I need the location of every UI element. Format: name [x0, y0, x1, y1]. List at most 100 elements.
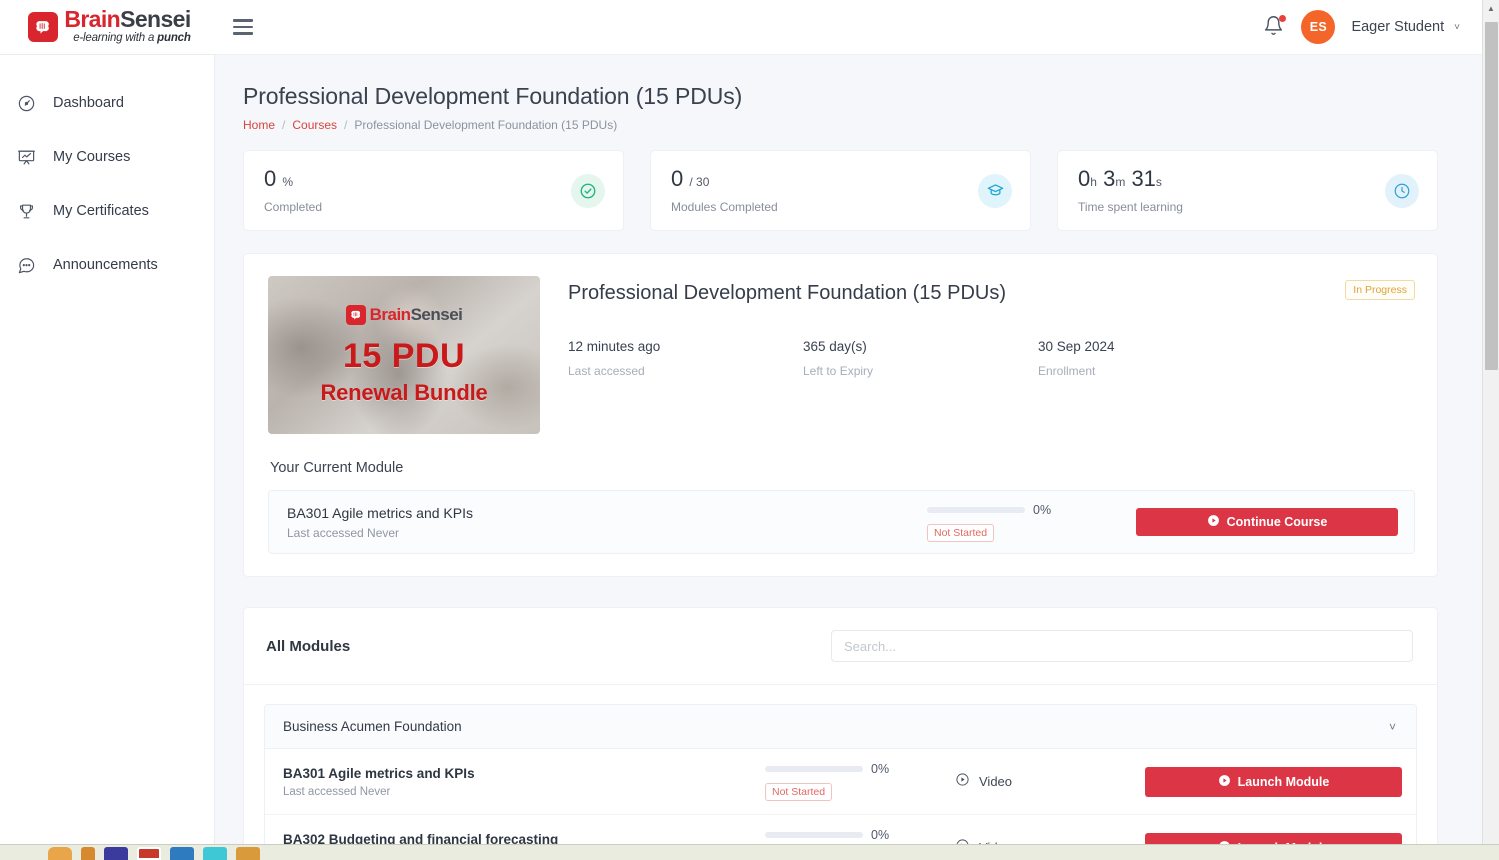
meta-value: 30 Sep 2024 — [1038, 339, 1115, 354]
chevron-down-icon[interactable]: ˅ — [1389, 720, 1396, 734]
taskbar-icon[interactable] — [236, 847, 260, 860]
avatar[interactable]: ES — [1301, 10, 1336, 44]
module-progress: 0% Not Started — [765, 762, 955, 801]
all-modules-card: All Modules Business Acumen Foundation ˅… — [243, 607, 1438, 860]
status-badge: Not Started — [765, 783, 833, 801]
thumbnail-headline: 15 PDU — [342, 336, 466, 375]
module-last-accessed: Last accessed Never — [283, 785, 391, 798]
breadcrumb: Home / Courses / Professional Developmen… — [243, 118, 1438, 132]
sidebar-item-my-certificates[interactable]: My Certificates — [0, 193, 214, 229]
stats-row: 0 % Completed 0 / 30 Modules Completed 0… — [243, 150, 1438, 231]
brain-logo-icon — [345, 304, 366, 325]
play-circle-icon — [955, 772, 970, 792]
graduation-cap-icon — [978, 173, 1012, 208]
current-module-last-accessed: Last accessed Never — [287, 525, 400, 540]
thumb-brand-sensei: Sensei — [410, 304, 463, 324]
sidebar-item-dashboard[interactable]: Dashboard — [0, 85, 214, 121]
main-content: Professional Development Foundation (15 … — [215, 55, 1482, 860]
course-overview-card: BrainSensei 15 PDU Renewal Bundle Profes… — [243, 253, 1438, 577]
time-minutes-unit: m — [1115, 175, 1126, 190]
stat-value: 0 — [264, 166, 277, 192]
scroll-up-arrow-icon[interactable]: ▲ — [1483, 0, 1499, 17]
continue-course-label: Continue Course — [1226, 515, 1328, 529]
taskbar-icon[interactable] — [104, 847, 128, 860]
meta-label: Enrollment — [1038, 364, 1096, 378]
status-badge: Not Started — [927, 523, 995, 542]
time-seconds-unit: s — [1155, 175, 1162, 190]
thumbnail-subline: Renewal Bundle — [320, 379, 488, 405]
page-title: Professional Development Foundation (15 … — [243, 83, 743, 109]
hamburger-menu-icon[interactable] — [233, 19, 253, 35]
speedometer-icon — [14, 94, 38, 113]
logo-word-brain: Brain — [64, 6, 121, 33]
thumb-brand-brain: Brain — [369, 304, 411, 324]
meta-value: 365 day(s) — [803, 339, 867, 354]
course-thumbnail: BrainSensei 15 PDU Renewal Bundle — [268, 276, 540, 434]
progress-percent-label: 0% — [1033, 502, 1052, 517]
breadcrumb-courses-link[interactable]: Courses — [292, 118, 337, 132]
taskbar-icon[interactable] — [81, 847, 95, 860]
logo-tagline: e-learning with a punch — [73, 32, 191, 45]
check-circle-icon — [571, 173, 605, 208]
sidebar-item-label: My Courses — [53, 149, 131, 165]
breadcrumb-separator: / — [282, 118, 286, 132]
taskbar-icon[interactable] — [203, 847, 227, 860]
time-hours-unit: h — [1090, 175, 1097, 190]
logo-word-sensei: Sensei — [120, 6, 191, 33]
brain-logo-icon — [28, 11, 59, 42]
os-taskbar — [0, 844, 1499, 860]
time-minutes: 3 — [1103, 166, 1116, 192]
time-seconds: 31 — [1131, 166, 1156, 192]
launch-module-label: Launch Module — [1237, 774, 1330, 789]
sidebar-item-announcements[interactable]: Announcements — [0, 247, 214, 283]
module-type-label: Video — [979, 774, 1013, 789]
progress-bar — [765, 832, 863, 838]
breadcrumb-home-link[interactable]: Home — [243, 118, 275, 132]
module-title: BA301 Agile metrics and KPIs — [283, 765, 475, 781]
sidebar: Dashboard My Courses My Certificates Ann… — [0, 55, 215, 860]
continue-course-button[interactable]: Continue Course — [1136, 508, 1398, 536]
taskbar-icon[interactable] — [137, 847, 161, 860]
current-module-progress: 0% Not Started — [927, 503, 1059, 542]
scrollbar-thumb[interactable] — [1485, 22, 1498, 370]
top-navigation-bar: BrainSensei e-learning with a punch ES E… — [0, 0, 1482, 55]
taskbar-icon[interactable] — [170, 847, 194, 860]
sidebar-item-label: Dashboard — [53, 95, 124, 111]
all-modules-heading: All Modules — [266, 637, 351, 655]
vertical-scrollbar[interactable]: ▲ — [1482, 0, 1499, 860]
module-type: Video — [955, 772, 1145, 792]
presentation-board-icon — [14, 148, 38, 167]
breadcrumb-current: Professional Development Foundation (15 … — [354, 118, 618, 132]
course-meta-item: 12 minutes ago Last accessed — [568, 339, 803, 378]
stat-label: Modules Completed — [671, 199, 778, 214]
progress-bar — [765, 766, 863, 772]
current-module-title: BA301 Agile metrics and KPIs — [287, 504, 473, 521]
chevron-down-icon[interactable]: ˅ — [1454, 22, 1460, 33]
time-hours: 0 — [1078, 166, 1091, 192]
taskbar-icon[interactable] — [48, 847, 72, 860]
brand-logo[interactable]: BrainSensei e-learning with a punch — [0, 0, 215, 55]
play-circle-icon — [1207, 514, 1220, 530]
current-module-heading: Your Current Module — [270, 460, 404, 476]
course-title: Professional Development Foundation (15 … — [568, 282, 1006, 304]
course-meta-row: 12 minutes ago Last accessed 365 day(s) … — [568, 339, 1415, 378]
sidebar-item-label: My Certificates — [53, 203, 149, 219]
stat-card-completed: 0 % Completed — [243, 150, 624, 231]
breadcrumb-separator: / — [344, 118, 348, 132]
search-input[interactable] — [831, 630, 1413, 662]
notification-badge-dot — [1279, 15, 1287, 22]
user-name-label[interactable]: Eager Student — [1351, 19, 1444, 35]
meta-label: Last accessed — [568, 364, 645, 378]
launch-module-button[interactable]: Launch Module — [1145, 766, 1402, 797]
accordion-header-business-acumen-foundation[interactable]: Business Acumen Foundation ˅ — [265, 705, 1416, 749]
notifications-button[interactable] — [1263, 15, 1287, 39]
stat-label: Completed — [264, 199, 323, 214]
trophy-icon — [14, 202, 38, 221]
meta-value: 12 minutes ago — [568, 339, 661, 354]
module-group-accordion: Business Acumen Foundation ˅ BA301 Agile… — [264, 704, 1417, 860]
play-circle-icon — [1218, 774, 1231, 790]
stat-label: Time spent learning — [1078, 199, 1183, 214]
sidebar-item-my-courses[interactable]: My Courses — [0, 139, 214, 175]
clock-icon — [1385, 173, 1419, 208]
browser-page: BrainSensei e-learning with a punch ES E… — [0, 0, 1499, 860]
